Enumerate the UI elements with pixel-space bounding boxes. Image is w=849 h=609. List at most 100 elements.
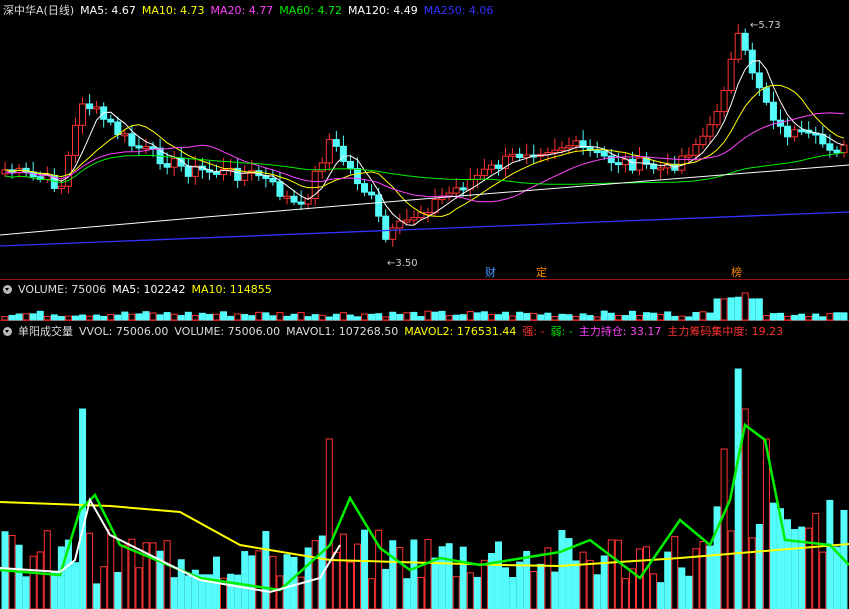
indicator-bar	[438, 546, 446, 609]
candle-body	[699, 135, 707, 146]
volume-bar	[43, 315, 51, 321]
volume-bar	[149, 312, 157, 321]
indicator-bar	[727, 530, 735, 609]
event-marker-bang[interactable]: 榜	[730, 266, 743, 279]
volume-bar	[678, 315, 686, 321]
indicator-legend-item: VVOL: 75006.00	[79, 325, 169, 338]
volume-bar	[459, 314, 467, 321]
indicator-bar	[72, 562, 79, 609]
indicator-bar	[43, 530, 51, 609]
indicator-bar	[833, 546, 841, 609]
candle-body	[184, 165, 192, 177]
volume-bar	[36, 310, 44, 321]
volume-bar	[311, 314, 319, 321]
volume-bar	[544, 312, 552, 321]
indicator-bar	[22, 576, 30, 609]
candle-body	[791, 129, 799, 138]
candle-body	[354, 168, 361, 185]
volume-bar	[565, 314, 573, 321]
indicator-legend-item: 强: -	[522, 325, 545, 338]
candle-body	[107, 118, 115, 123]
indicator-bar	[671, 536, 679, 609]
indicator-bar	[346, 561, 354, 609]
indicator-bar	[579, 551, 587, 609]
volume-bar	[57, 316, 65, 321]
volume-bar	[361, 313, 369, 321]
candle-body	[833, 149, 841, 154]
collapse-menu-icon[interactable]	[3, 326, 12, 336]
candle-body	[276, 181, 284, 197]
ma-line	[4, 152, 844, 185]
volume-bar	[64, 315, 72, 321]
candle-body	[332, 139, 340, 147]
candle-body	[410, 217, 418, 221]
volume-bar	[290, 313, 298, 321]
volume-bar	[170, 313, 178, 321]
ma-legend-item: MA250: 4.06	[423, 3, 494, 17]
ma250-line	[0, 211, 849, 247]
candle-body	[135, 145, 143, 149]
indicator-legend: VVOL: 75006.00 VOLUME: 75006.00 MAVOL1: 10…	[79, 323, 789, 339]
volume-bar	[713, 298, 721, 321]
indicator-legend-item: VOLUME: 75006.00	[174, 325, 281, 338]
candle-body	[558, 147, 566, 151]
indicator-bar	[755, 524, 763, 609]
volume-bar	[121, 311, 129, 321]
indicator-bar	[269, 555, 277, 609]
volume-bar	[325, 316, 333, 321]
volume-bar	[805, 315, 813, 321]
volume-bar	[741, 292, 749, 321]
volume-bar	[276, 312, 284, 321]
collapse-menu-icon[interactable]	[3, 284, 12, 294]
volume-bar	[473, 312, 481, 321]
indicator-bar	[784, 519, 792, 609]
indicator-bar	[495, 541, 502, 609]
indicator-bar	[558, 530, 566, 609]
candle-body	[516, 153, 524, 158]
ma-legend-item: MA5: 4.67	[80, 3, 136, 17]
indicator-bar	[86, 532, 94, 609]
volume-bar	[798, 313, 806, 321]
event-marker-ding[interactable]: 定	[535, 266, 548, 279]
candle-body	[149, 146, 157, 150]
indicator-legend-item: 弱: -	[550, 325, 573, 338]
indicator-bar	[614, 539, 622, 609]
indicator-legend-item: 主力筹码集中度: 19.23	[667, 325, 784, 338]
volume-bar	[720, 298, 728, 321]
candle-body	[170, 157, 178, 168]
indicator-bar	[685, 575, 693, 609]
candle-body	[565, 145, 573, 149]
candle-body	[826, 143, 834, 151]
kline-chart[interactable]	[0, 0, 849, 609]
candle-body	[840, 144, 848, 154]
indicator-bar	[396, 546, 404, 609]
indicator-bar	[798, 526, 806, 609]
indicator-bar	[15, 544, 23, 609]
volume-bar	[762, 315, 770, 321]
indicator-bar	[361, 529, 369, 609]
event-marker-cai[interactable]: 财	[484, 266, 497, 279]
indicator-bar	[431, 557, 439, 609]
indicator-bar	[93, 583, 101, 609]
indicator-bar	[445, 543, 453, 609]
volume-bar	[354, 316, 361, 321]
indicator-bar	[769, 502, 777, 609]
indicator-bar	[290, 556, 298, 609]
indicator-bar	[354, 543, 361, 609]
volume-bar	[826, 313, 834, 321]
volume-bar	[72, 315, 79, 321]
indicator-bar	[572, 560, 580, 609]
volume-bar	[537, 314, 545, 321]
indicator-bar	[417, 576, 425, 609]
volume-bar	[93, 314, 101, 321]
indicator-bar	[29, 555, 37, 609]
volume-bar	[685, 316, 693, 321]
volume-bar	[417, 315, 425, 321]
volume-bar	[636, 315, 643, 321]
candle-body	[509, 153, 517, 157]
main-panel-header: 深中华A(日线) MA5: 4.67 MA10: 4.73 MA20: 4.77 MA…	[0, 3, 849, 18]
candle-body	[297, 201, 305, 205]
candle-body	[241, 172, 249, 181]
indicator-bar	[586, 559, 594, 609]
volume-bar	[643, 312, 651, 321]
